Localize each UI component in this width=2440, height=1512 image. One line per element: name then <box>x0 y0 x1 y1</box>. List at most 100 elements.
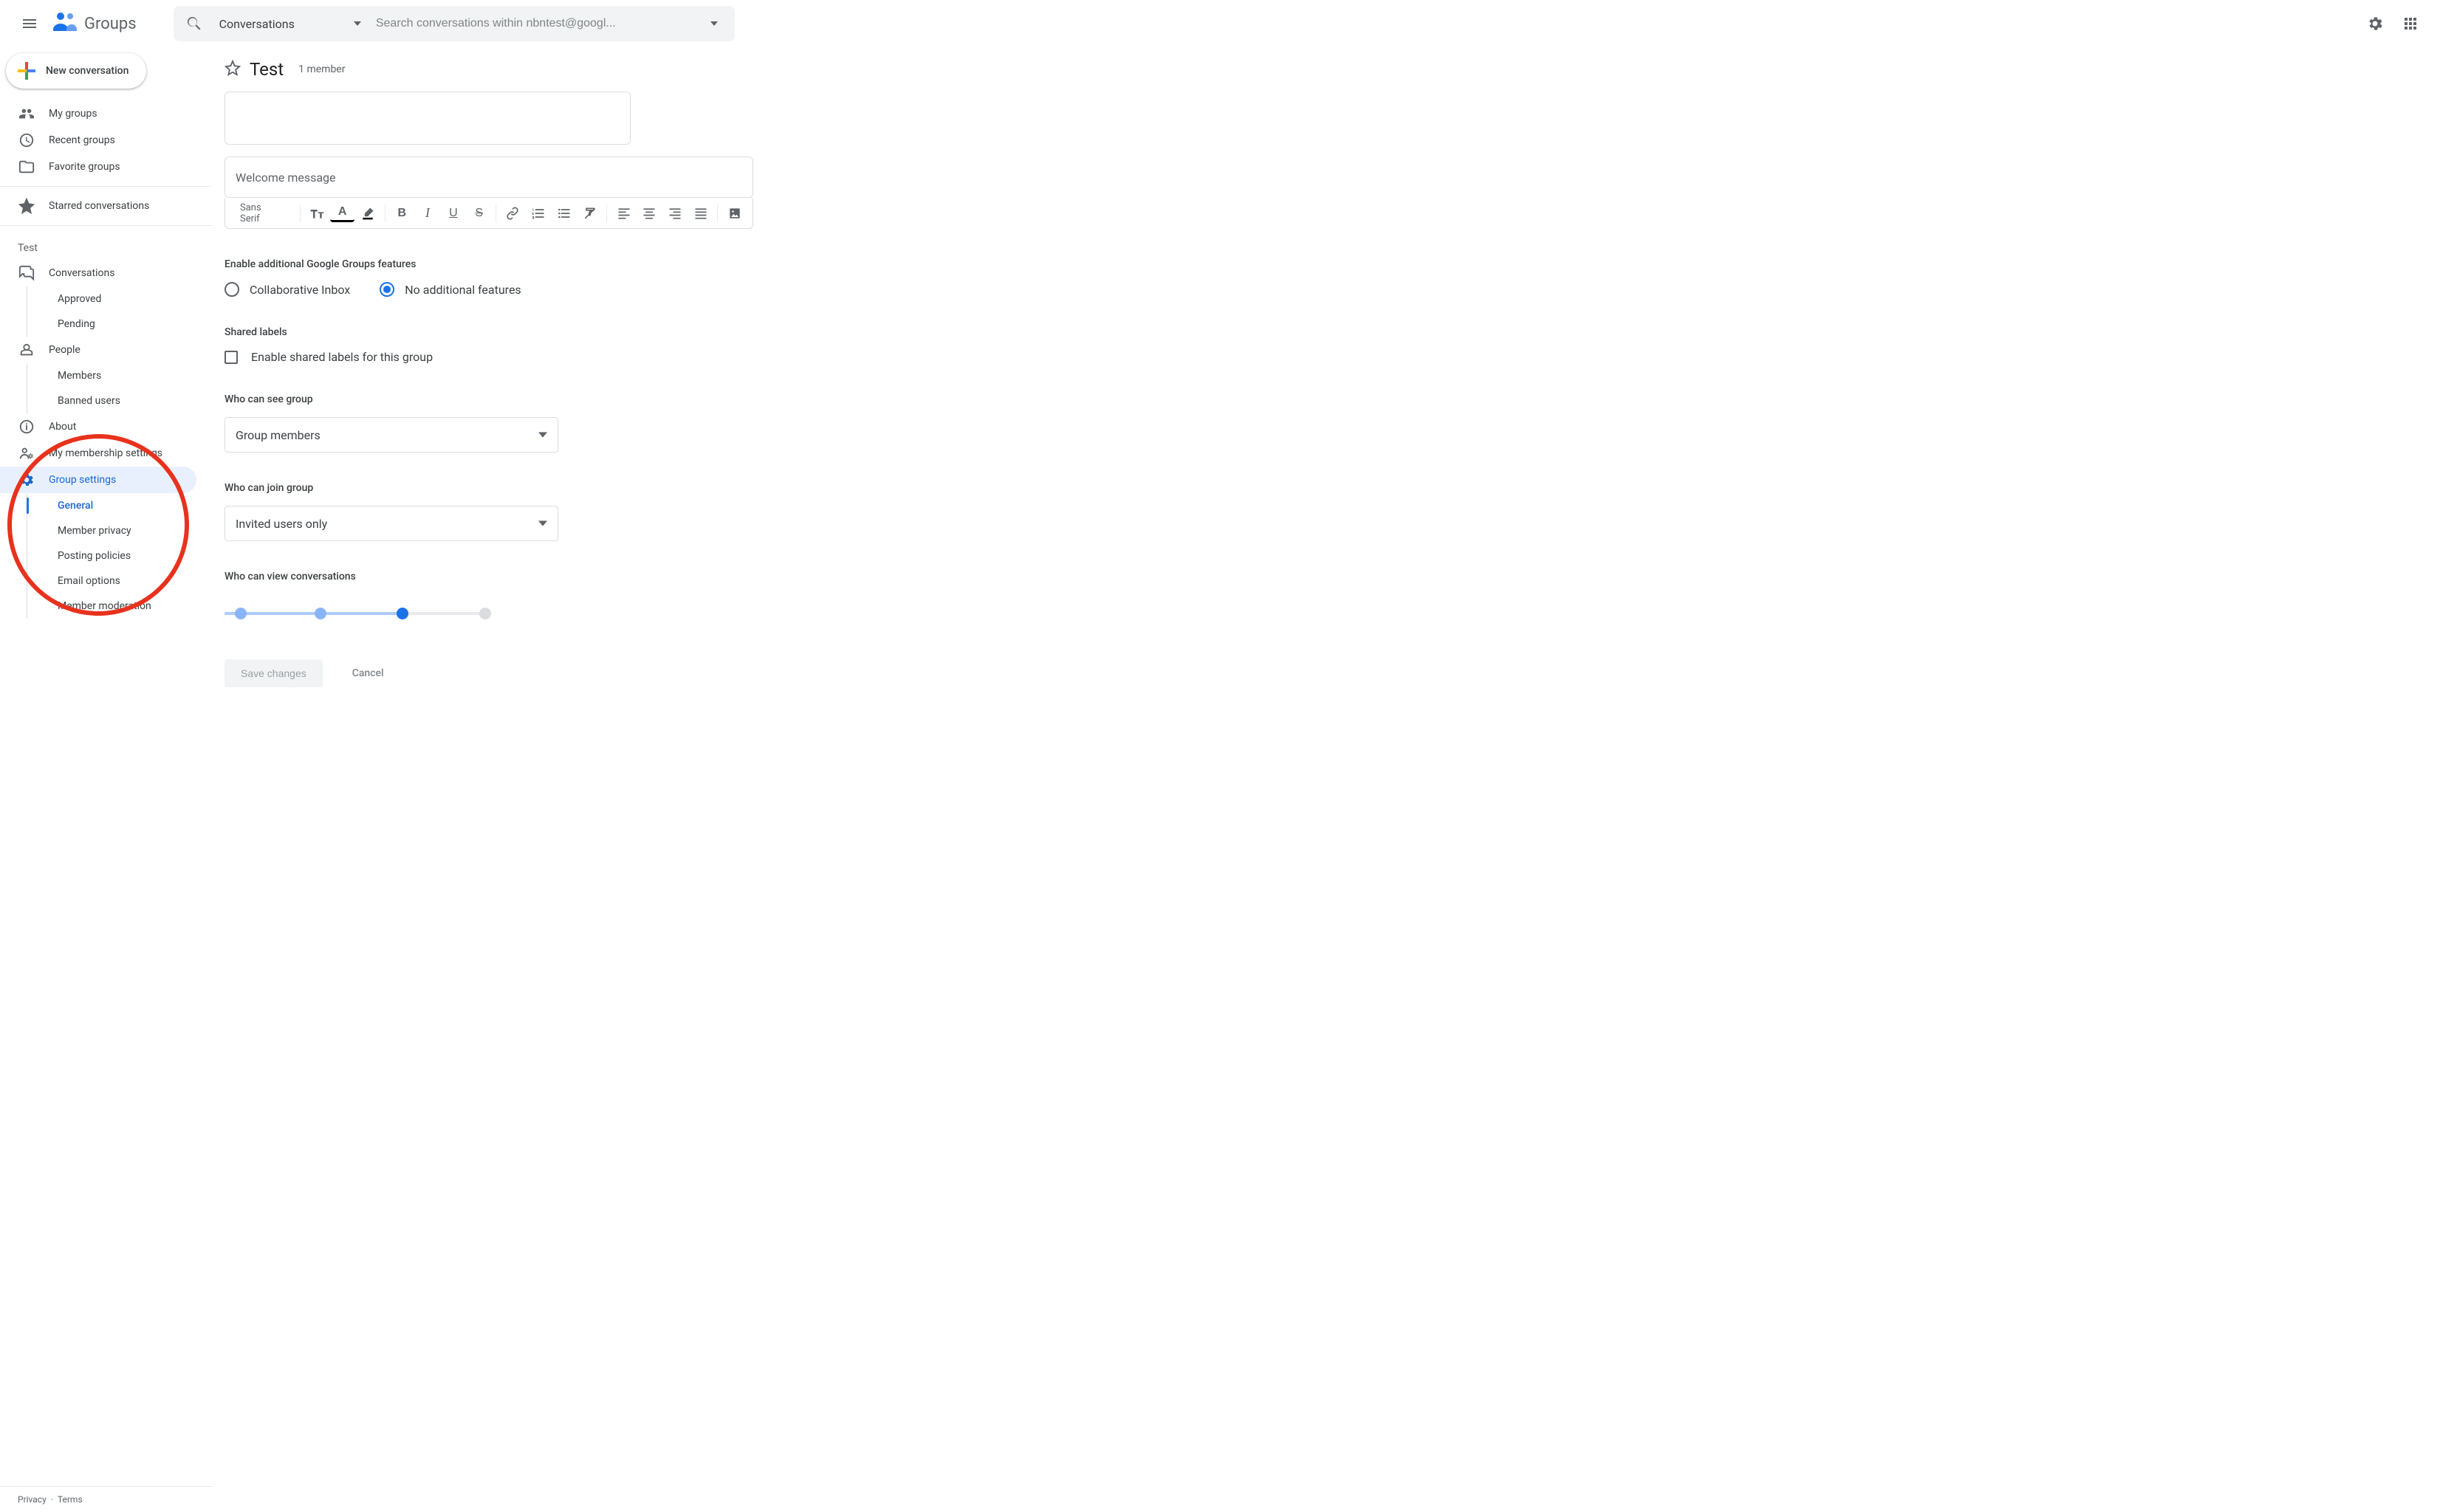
italic-button[interactable]: I <box>416 201 440 226</box>
gear-icon <box>18 471 35 489</box>
sidebar-item-about[interactable]: About <box>0 413 196 440</box>
page-header: Test 1 member <box>219 47 2434 92</box>
star-toggle[interactable] <box>225 60 241 79</box>
welcome-message-input[interactable]: Welcome message <box>225 157 753 198</box>
sidebar-section-title: Test <box>0 232 213 260</box>
sidebar-item-label: Conversations <box>49 267 114 279</box>
new-conversation-button[interactable]: New conversation <box>6 53 146 89</box>
align-right-button[interactable] <box>663 201 688 226</box>
align-left-button[interactable] <box>611 201 636 226</box>
align-justify-button[interactable] <box>689 201 713 226</box>
sidebar-sub-member-moderation[interactable]: Member moderation <box>0 594 196 619</box>
who-join-value: Invited users only <box>236 517 327 531</box>
align-right-icon <box>668 206 682 221</box>
new-conversation-label: New conversation <box>46 65 128 77</box>
shared-labels-title: Shared labels <box>225 326 2434 338</box>
who-join-select[interactable]: Invited users only <box>225 506 558 541</box>
features-section-title: Enable additional Google Groups features <box>225 258 2434 270</box>
bulleted-list-button[interactable] <box>552 201 577 226</box>
text-size-button[interactable] <box>305 201 329 226</box>
sidebar-item-conversations[interactable]: Conversations <box>0 260 196 286</box>
sidebar-item-label: Favorite groups <box>49 161 120 173</box>
logo[interactable]: Groups <box>47 7 137 40</box>
cancel-button[interactable]: Cancel <box>352 667 384 679</box>
sidebar-sub-member-privacy[interactable]: Member privacy <box>0 518 196 543</box>
footer: Privacy · Terms <box>0 1486 213 1512</box>
sidebar-item-label: My membership settings <box>49 447 162 459</box>
shared-labels-checkbox[interactable]: Enable shared labels for this group <box>225 350 2434 364</box>
clear-format-icon <box>583 206 597 221</box>
people-icon <box>18 341 35 359</box>
sidebar-sub-members[interactable]: Members <box>0 363 196 388</box>
sidebar-item-my-membership-settings[interactable]: My membership settings <box>0 440 196 467</box>
sidebar-item-label: People <box>49 344 80 356</box>
sidebar-item-group-settings[interactable]: Group settings <box>0 467 196 493</box>
main-menu-button[interactable] <box>12 6 47 41</box>
align-center-button[interactable] <box>637 201 662 226</box>
sidebar-sub-approved[interactable]: Approved <box>0 286 196 312</box>
checkbox-label: Enable shared labels for this group <box>251 350 433 364</box>
feature-radio-collaborative-inbox[interactable]: Collaborative Inbox <box>225 282 350 297</box>
editor-toolbar: Sans Serif A B I U S <box>225 198 753 229</box>
highlight-color-button[interactable] <box>356 201 380 226</box>
link-icon <box>505 206 520 221</box>
numbered-list-button[interactable] <box>527 201 551 226</box>
feature-radio-no-additional-features[interactable]: No additional features <box>380 282 521 297</box>
footer-terms-link[interactable]: Terms <box>58 1494 83 1505</box>
sidebar-sub-general[interactable]: General <box>0 493 196 518</box>
bold-button[interactable]: B <box>390 201 414 226</box>
caret-down-icon <box>538 519 547 528</box>
caret-down-icon <box>710 20 718 27</box>
font-family-dropdown[interactable]: Sans Serif <box>231 202 295 224</box>
settings-button[interactable] <box>2357 6 2393 41</box>
link-button[interactable] <box>501 201 525 226</box>
sidebar-item-label: About <box>49 421 76 433</box>
search-scope-label: Conversations <box>219 17 295 31</box>
radio-icon <box>225 282 239 297</box>
sidebar-item-favorite-groups[interactable]: Favorite groups <box>0 154 196 180</box>
groups-icon <box>18 105 35 123</box>
member-count: 1 member <box>298 63 345 75</box>
who-view-conv-slider[interactable] <box>225 594 490 633</box>
sidebar-sub-email-options[interactable]: Email options <box>0 568 196 594</box>
sidebar-item-people[interactable]: People <box>0 337 196 363</box>
apps-launcher-button[interactable] <box>2393 6 2428 41</box>
sidebar-sub-posting-policies[interactable]: Posting policies <box>0 543 196 568</box>
menu-icon <box>21 15 38 32</box>
search-input[interactable] <box>376 17 699 30</box>
clear-formatting-button[interactable] <box>578 201 602 226</box>
who-join-title: Who can join group <box>225 482 2434 494</box>
radio-label: No additional features <box>405 283 521 297</box>
clock-icon <box>18 131 35 149</box>
footer-privacy-link[interactable]: Privacy <box>18 1494 47 1505</box>
save-button[interactable]: Save changes <box>225 659 323 687</box>
info-icon <box>18 418 35 436</box>
search-options-button[interactable] <box>699 20 729 27</box>
underline-button[interactable]: U <box>441 201 465 226</box>
sidebar-item-recent-groups[interactable]: Recent groups <box>0 127 196 154</box>
align-justify-icon <box>693 206 708 221</box>
description-box[interactable] <box>225 92 631 145</box>
caret-down-icon <box>354 20 361 27</box>
apps-grid-icon <box>2402 15 2419 32</box>
insert-image-button[interactable] <box>722 201 747 226</box>
list-bulleted-icon <box>557 206 572 221</box>
sidebar-sub-banned-users[interactable]: Banned users <box>0 388 196 413</box>
sidebar-sub-pending[interactable]: Pending <box>0 312 196 337</box>
search-icon[interactable] <box>179 15 209 32</box>
page-title: Test <box>250 59 284 80</box>
text-color-button[interactable]: A <box>330 205 354 222</box>
search-scope-dropdown[interactable]: Conversations <box>209 17 376 31</box>
star-icon <box>18 197 35 215</box>
sidebar-item-label: Group settings <box>49 474 116 486</box>
sidebar-item-label: My groups <box>49 108 97 120</box>
text-size-icon <box>309 206 324 221</box>
sidebar-item-label: Starred conversations <box>49 200 149 212</box>
who-see-value: Group members <box>236 428 321 442</box>
searchbar: Conversations <box>174 6 735 41</box>
highlight-icon <box>360 206 375 221</box>
sidebar-item-starred[interactable]: Starred conversations <box>0 193 196 219</box>
who-see-select[interactable]: Group members <box>225 417 558 453</box>
strikethrough-button[interactable]: S <box>467 201 491 226</box>
sidebar-item-my-groups[interactable]: My groups <box>0 100 196 127</box>
